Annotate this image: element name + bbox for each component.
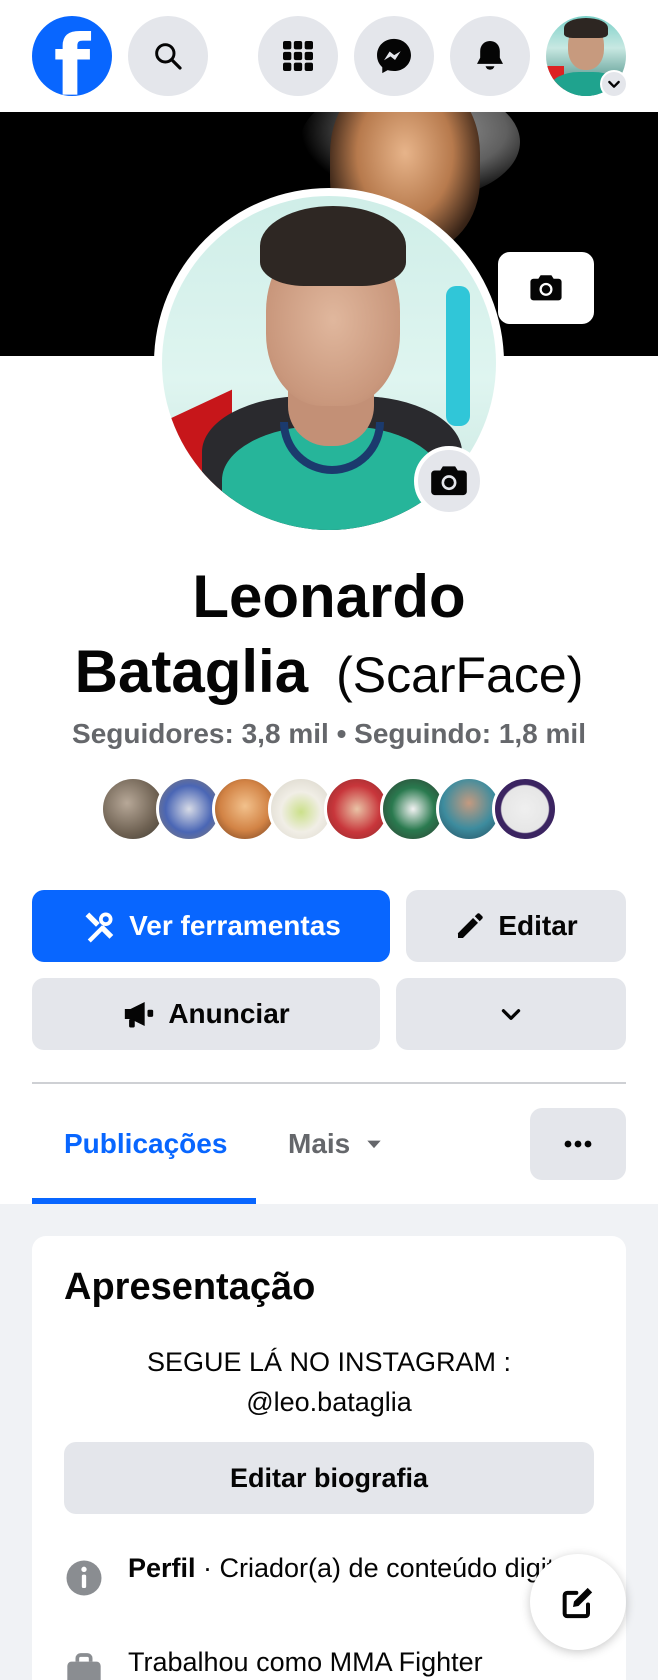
camera-icon: [530, 275, 562, 301]
intro-row-work: Trabalhou como MMA Fighter: [64, 1642, 604, 1680]
chevron-down-icon: [608, 80, 620, 88]
messenger-icon: [377, 38, 411, 74]
compose-icon: [562, 1587, 593, 1619]
intro-row-profile: Perfil · Criador(a) de conteúdo digital: [64, 1548, 604, 1632]
friend-avatars: [100, 776, 560, 842]
megaphone-icon: [125, 1001, 154, 1028]
menu-button[interactable]: [258, 16, 338, 96]
profile-options-button[interactable]: [530, 1108, 626, 1180]
tab-posts[interactable]: Publicações: [64, 1108, 227, 1180]
chevron-down-icon: [501, 1009, 521, 1020]
ellipsis-icon: [564, 1140, 592, 1148]
edit-profile-picture-button[interactable]: [414, 446, 484, 516]
briefcase-icon: [67, 1653, 101, 1680]
tab-more[interactable]: Mais: [288, 1108, 384, 1180]
info-icon: [66, 1560, 102, 1596]
advertise-button[interactable]: Anunciar: [32, 978, 380, 1050]
work-text: Trabalhou como MMA Fighter: [128, 1647, 483, 1677]
pencil-icon: [458, 913, 484, 938]
top-navigation-bar: f: [0, 0, 658, 112]
edit-profile-button[interactable]: Editar: [406, 890, 626, 962]
search-button[interactable]: [128, 16, 208, 96]
section-divider: [32, 1082, 626, 1084]
following-link[interactable]: Seguindo: 1,8 mil: [354, 718, 586, 749]
search-icon: [155, 43, 182, 70]
profile-alternate-name: (ScarFace): [336, 647, 584, 703]
messenger-button[interactable]: [354, 16, 434, 96]
notifications-button[interactable]: [450, 16, 530, 96]
intro-title: Apresentação: [64, 1266, 316, 1308]
camera-icon: [431, 466, 467, 496]
view-tools-button[interactable]: Ver ferramentas: [32, 890, 390, 962]
edit-bio-button[interactable]: Editar biografia: [64, 1442, 594, 1514]
more-options-dropdown-button[interactable]: [396, 978, 626, 1050]
profile-last-name: Bataglia: [74, 638, 309, 705]
caret-down-icon: [367, 1140, 381, 1149]
follow-counts: Seguidores: 3,8 mil • Seguindo: 1,8 mil: [0, 718, 658, 750]
profile-type-label: Perfil: [128, 1553, 196, 1583]
compose-post-button[interactable]: [530, 1554, 626, 1650]
friend-avatar[interactable]: [492, 776, 558, 842]
account-menu-chevron[interactable]: [600, 70, 628, 98]
profile-name: Leonardo Bataglia (ScarFace): [0, 560, 658, 713]
edit-cover-photo-button[interactable]: [498, 252, 594, 324]
separator-dot: •: [336, 718, 347, 749]
tools-icon: [85, 912, 114, 943]
bio-text: SEGUE LÁ NO INSTAGRAM : @leo.bataglia: [146, 1347, 512, 1417]
bell-icon: [477, 40, 503, 70]
profile-type-value: · Criador(a) de conteúdo digital: [195, 1553, 576, 1583]
facebook-logo-icon[interactable]: f: [32, 16, 112, 108]
followers-link[interactable]: Seguidores: 3,8 mil: [72, 718, 329, 749]
grid-menu-icon: [283, 41, 313, 71]
profile-first-name: Leonardo: [192, 563, 466, 630]
